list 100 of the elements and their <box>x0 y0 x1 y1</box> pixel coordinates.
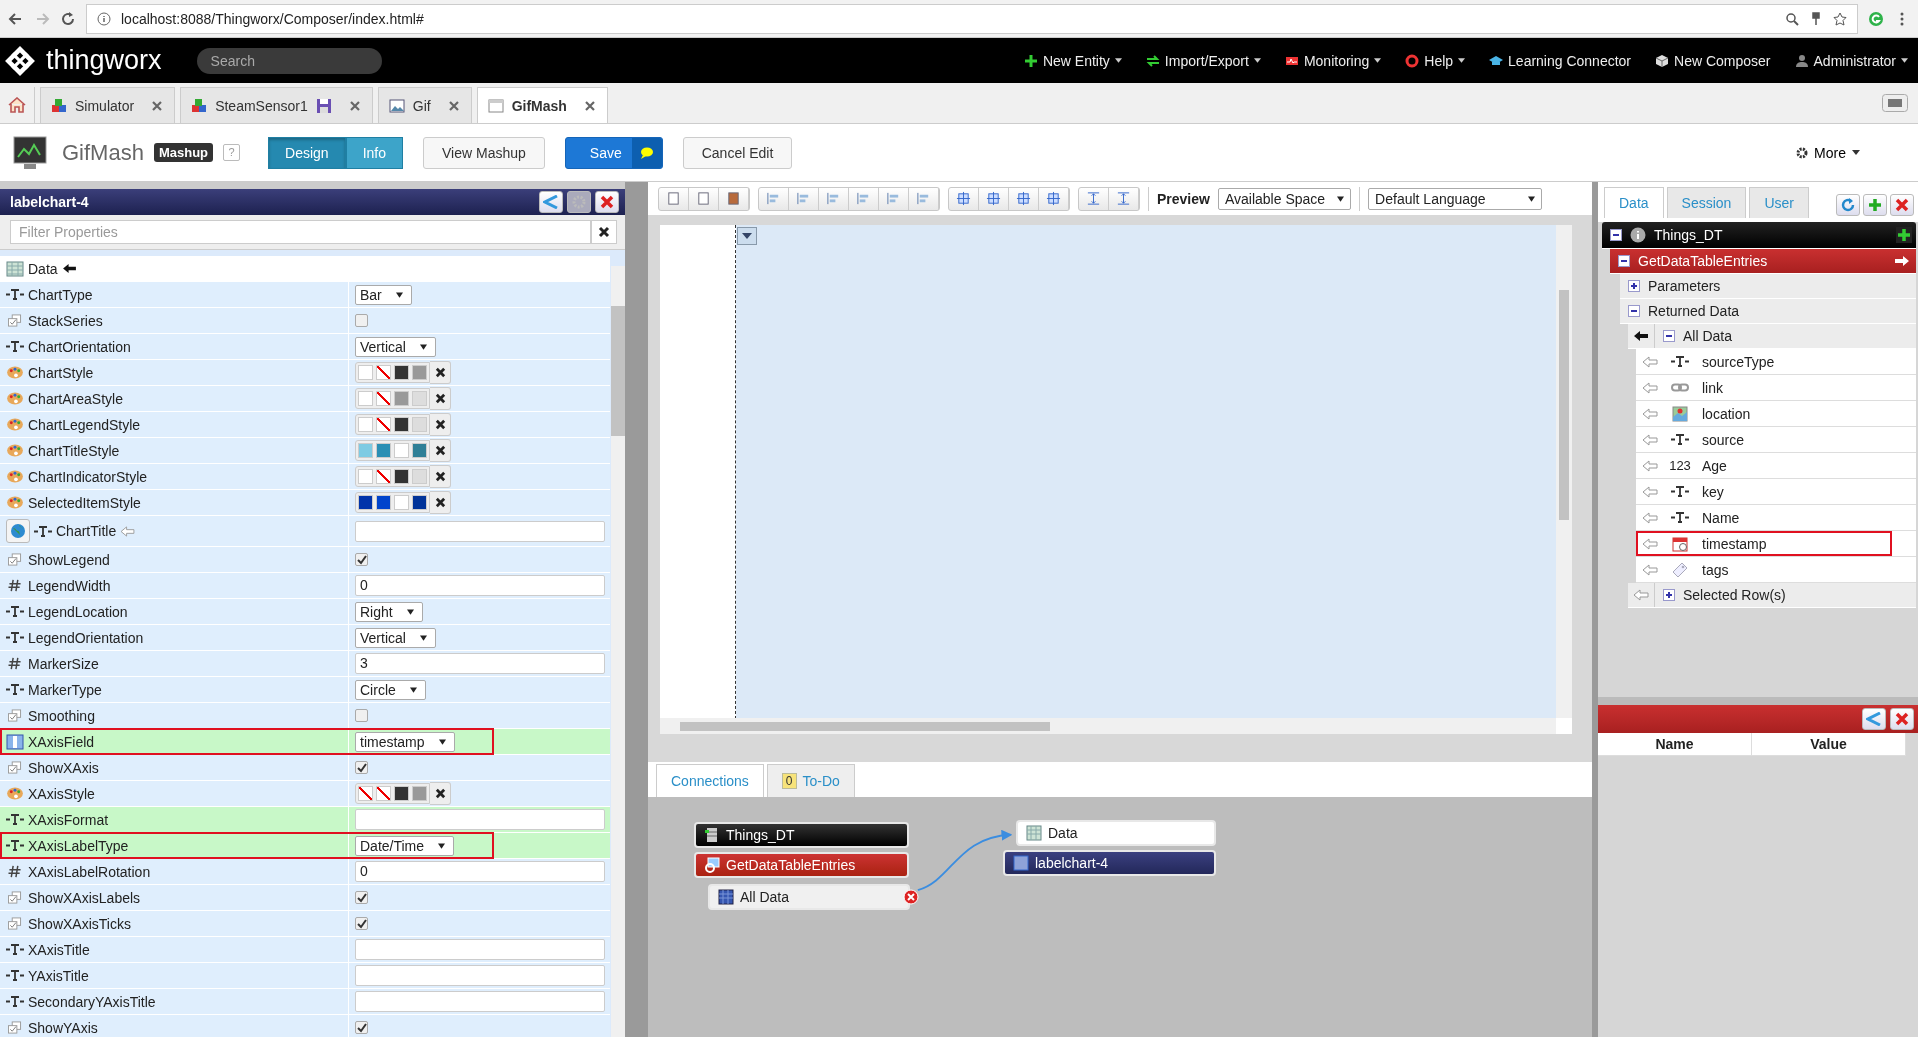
panel-tab[interactable]: Connections <box>656 764 764 797</box>
field-row[interactable]: link <box>1636 375 1916 401</box>
dropdown[interactable]: timestamp <box>355 731 455 752</box>
nav-menu[interactable]: New Composer <box>1655 52 1771 69</box>
nav-menu[interactable]: New Entity <box>1023 52 1122 69</box>
tree-node[interactable]: Things_DT <box>1602 222 1916 249</box>
expand-icon[interactable] <box>1663 589 1675 601</box>
keyboard-icon[interactable] <box>1882 94 1908 112</box>
checkbox[interactable] <box>355 314 368 327</box>
refresh-button[interactable] <box>1836 194 1860 216</box>
field-row[interactable]: Name <box>1636 505 1916 531</box>
text-field[interactable]: 0 <box>355 575 605 596</box>
style-swatches[interactable] <box>355 388 430 409</box>
close-icon[interactable] <box>349 100 360 111</box>
text-field[interactable] <box>355 965 605 986</box>
collapse-icon[interactable] <box>1663 330 1675 342</box>
add-button[interactable] <box>1863 194 1887 216</box>
field-row[interactable]: 123 Age <box>1636 453 1916 479</box>
style-swatches[interactable] <box>355 466 430 487</box>
clear-button[interactable] <box>430 491 451 514</box>
plus-icon[interactable] <box>1896 227 1912 243</box>
collapse-icon[interactable] <box>1628 305 1640 317</box>
back-icon[interactable] <box>8 10 24 27</box>
tree-node[interactable]: Returned Data <box>1620 299 1916 324</box>
connection-node[interactable]: Data <box>1016 820 1216 846</box>
checkbox[interactable] <box>355 761 368 774</box>
tree-node[interactable]: All Data <box>1628 324 1916 349</box>
nav-menu[interactable]: Learning Connector <box>1489 52 1632 69</box>
share-button[interactable] <box>1862 708 1886 730</box>
checkbox[interactable] <box>355 709 368 722</box>
remove-button[interactable] <box>1890 194 1914 216</box>
share-button[interactable] <box>539 191 563 213</box>
dropdown[interactable]: Right <box>355 601 423 622</box>
text-field[interactable]: 0 <box>355 861 605 882</box>
address-bar[interactable]: localhost:8088/Thingworx/Composer/index.html# <box>86 3 1858 34</box>
collapse-icon[interactable] <box>1610 229 1622 241</box>
filter-field[interactable]: Filter Properties <box>10 220 591 244</box>
close-icon[interactable] <box>448 100 459 111</box>
style-swatches[interactable] <box>355 492 430 513</box>
toolbar-button[interactable]: Cancel Edit <box>682 136 793 169</box>
dropdown[interactable]: Circle <box>355 679 426 700</box>
nav-menu[interactable]: Administrator <box>1794 52 1908 69</box>
splitter-handle[interactable] <box>1598 697 1918 705</box>
expand-icon[interactable] <box>1628 280 1640 292</box>
text-field[interactable] <box>355 520 605 542</box>
collapse-icon[interactable] <box>1618 255 1630 267</box>
layout-menu-button[interactable] <box>737 227 757 245</box>
nav-menu[interactable]: Import/Export <box>1145 52 1261 69</box>
mode-tab[interactable]: Design <box>268 136 346 169</box>
text-field[interactable] <box>355 991 605 1012</box>
more-button[interactable]: More <box>1790 143 1866 162</box>
dropdown[interactable]: Vertical <box>355 627 436 648</box>
remove-link-icon[interactable] <box>903 889 919 905</box>
checkbox[interactable] <box>355 917 368 930</box>
preview-size-dropdown[interactable]: Available Space <box>1217 187 1352 210</box>
nav-menu[interactable]: Monitoring <box>1284 52 1382 69</box>
field-row[interactable]: source <box>1636 427 1916 453</box>
editor-tab[interactable]: SteamSensor1 <box>180 87 373 123</box>
style-swatches[interactable] <box>355 414 430 435</box>
style-swatches[interactable] <box>355 362 430 383</box>
panel-tab[interactable]: Data <box>1604 187 1664 218</box>
scrollbar[interactable] <box>611 266 625 1037</box>
editor-tab[interactable]: GifMash <box>476 87 608 123</box>
clear-button[interactable] <box>430 439 451 462</box>
field-row[interactable]: timestamp <box>1636 531 1916 557</box>
connection-node[interactable]: labelchart-4 <box>1003 850 1216 876</box>
search-field[interactable]: Search <box>196 47 382 74</box>
field-row[interactable]: location <box>1636 401 1916 427</box>
connection-node[interactable]: GetDataTableEntries <box>694 852 909 878</box>
close-button[interactable] <box>1890 708 1914 730</box>
field-row[interactable]: tags <box>1636 557 1916 583</box>
clear-button[interactable] <box>591 220 617 244</box>
editor-tab[interactable]: Gif <box>377 87 472 123</box>
checkbox[interactable] <box>355 553 368 566</box>
tree-node[interactable]: Selected Row(s) <box>1628 583 1916 608</box>
extension-icon[interactable] <box>1868 10 1884 27</box>
dropdown[interactable]: Date/Time <box>355 835 455 856</box>
editor-tab[interactable]: Simulator <box>40 87 176 123</box>
clear-button[interactable] <box>430 413 451 436</box>
style-swatches[interactable] <box>355 783 430 804</box>
toolbar-button[interactable]: View Mashup <box>423 136 545 169</box>
field-row[interactable]: key <box>1636 479 1916 505</box>
text-field[interactable] <box>355 809 605 830</box>
globe-button[interactable] <box>6 519 30 543</box>
panel-tab[interactable]: 0 To-Do <box>766 764 855 797</box>
dropdown[interactable]: Bar <box>355 284 412 305</box>
dropdown[interactable]: Vertical <box>355 336 436 357</box>
checkbox[interactable] <box>355 891 368 904</box>
tree-node[interactable]: GetDataTableEntries <box>1610 249 1916 274</box>
save-button[interactable]: Save <box>564 136 663 169</box>
connection-node[interactable]: All Data <box>708 884 910 910</box>
reload-icon[interactable] <box>60 10 76 27</box>
tree-node[interactable]: Parameters <box>1620 274 1916 299</box>
star-icon[interactable] <box>1833 11 1847 26</box>
connection-node[interactable]: Things_DT <box>694 822 909 848</box>
clear-button[interactable] <box>430 361 451 384</box>
zoom-icon[interactable] <box>1785 11 1799 26</box>
field-row[interactable]: sourceType <box>1636 349 1916 375</box>
nav-menu[interactable]: Help <box>1405 52 1466 69</box>
scrollbar[interactable] <box>1556 225 1572 718</box>
